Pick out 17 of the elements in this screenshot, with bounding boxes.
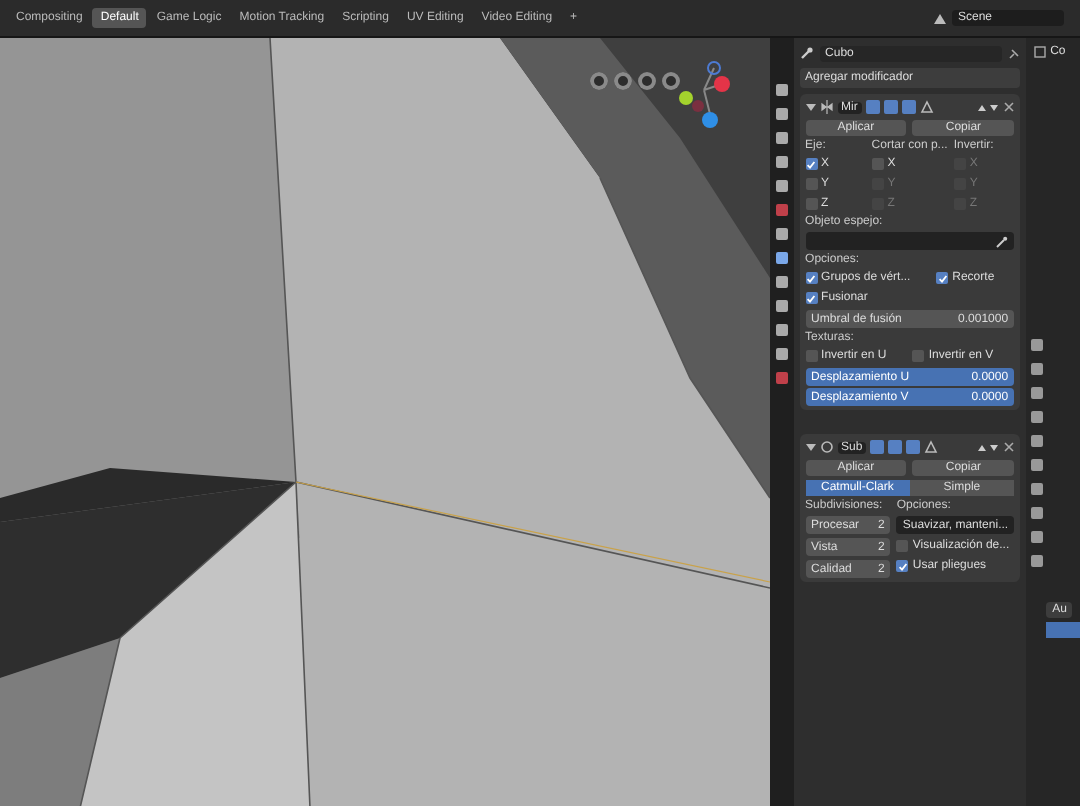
eyedropper-icon[interactable] bbox=[996, 235, 1009, 247]
selected-row bbox=[1046, 622, 1080, 638]
expand-triangle-icon[interactable] bbox=[805, 442, 816, 452]
triangle-vertices-icon[interactable] bbox=[924, 440, 939, 454]
close-icon[interactable] bbox=[1004, 102, 1015, 112]
up-down-arrows-icon[interactable] bbox=[976, 441, 1001, 453]
pin-icon[interactable] bbox=[1008, 47, 1021, 59]
up-down-arrows-icon[interactable] bbox=[976, 101, 1001, 113]
checkmark-icon bbox=[806, 159, 817, 169]
triangle-vertices-icon[interactable] bbox=[919, 100, 934, 114]
checkmark-icon bbox=[937, 273, 948, 283]
close-icon[interactable] bbox=[1004, 442, 1015, 452]
circle-icon bbox=[819, 440, 834, 454]
mirror-object-field[interactable] bbox=[805, 232, 1015, 250]
expand-triangle-icon[interactable] bbox=[805, 102, 816, 112]
checkmark-icon bbox=[897, 561, 908, 571]
collection-icon[interactable] bbox=[1034, 46, 1047, 58]
